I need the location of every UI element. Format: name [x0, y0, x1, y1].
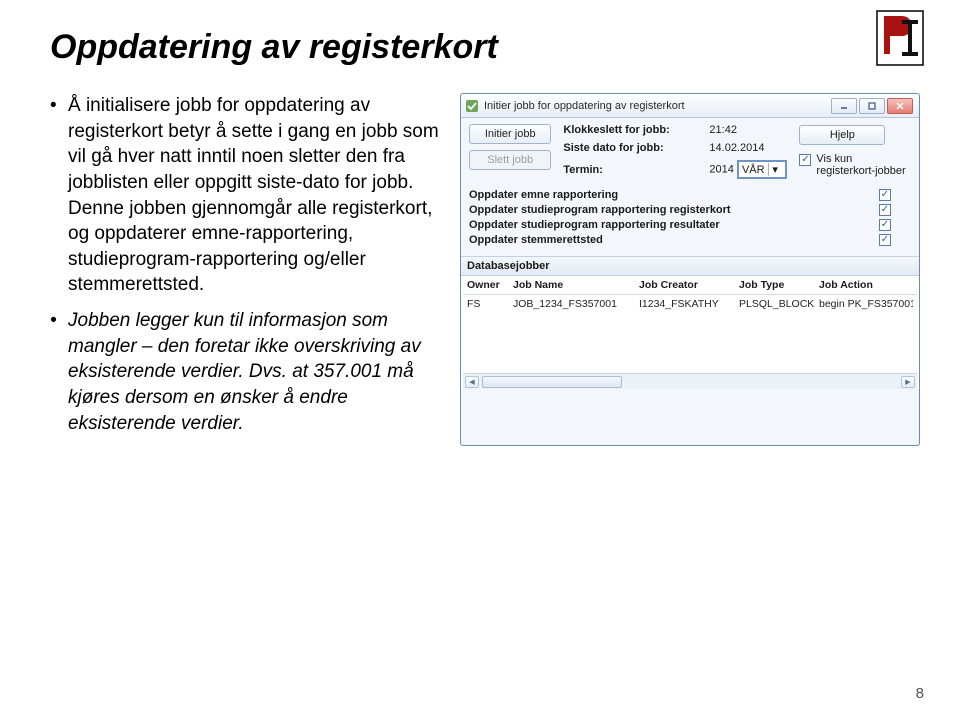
sistedato-value: 14.02.2014: [709, 142, 799, 154]
klokkeslett-label: Klokkeslett for jobb:: [563, 124, 703, 136]
minimize-button[interactable]: [831, 98, 857, 114]
slett-jobb-button[interactable]: Slett jobb: [469, 150, 551, 170]
app-logo: [876, 10, 924, 66]
option-label: Oppdater stemmerettsted: [469, 234, 603, 246]
hjelp-button[interactable]: Hjelp: [799, 125, 885, 145]
option-checkbox[interactable]: [879, 204, 891, 216]
sistedato-label: Siste dato for jobb:: [563, 142, 703, 154]
option-checkbox[interactable]: [879, 219, 891, 231]
termin-select[interactable]: VÅR ▾: [737, 160, 787, 179]
col-jobaction: Job Action: [819, 279, 913, 291]
jobs-table: Owner Job Name Job Creator Job Type Job …: [461, 276, 919, 389]
termin-year: 2014: [709, 164, 733, 176]
initier-jobb-button[interactable]: Initier jobb: [469, 124, 551, 144]
close-button[interactable]: [887, 98, 913, 114]
window-title: Initier jobb for oppdatering av register…: [484, 100, 685, 112]
table-row[interactable]: FS JOB_1234_FS357001 I1234_FSKATHY PLSQL…: [463, 295, 917, 313]
option-label: Oppdater studieprogram rapportering resu…: [469, 219, 720, 231]
col-jobname: Job Name: [513, 279, 639, 291]
option-label: Oppdater emne rapportering: [469, 189, 618, 201]
bullet-item: Jobben legger kun til informasjon som ma…: [50, 308, 440, 436]
option-checkbox[interactable]: [879, 234, 891, 246]
horizontal-scrollbar[interactable]: ◀ ▶: [463, 373, 917, 389]
dialog-window: Initier jobb for oppdatering av register…: [460, 93, 920, 446]
col-jobcreator: Job Creator: [639, 279, 739, 291]
bullet-list: Å initialisere jobb for oppdatering av r…: [50, 93, 440, 446]
option-label: Oppdater studieprogram rapportering regi…: [469, 204, 731, 216]
termin-label: Termin:: [563, 164, 703, 176]
checkbox-icon: [799, 154, 811, 166]
maximize-button[interactable]: [859, 98, 885, 114]
option-checkbox[interactable]: [879, 189, 891, 201]
window-titlebar: Initier jobb for oppdatering av register…: [461, 94, 919, 118]
scroll-left-icon[interactable]: ◀: [465, 376, 479, 388]
vis-kun-checkbox[interactable]: Vis kun registerkort-jobber: [799, 153, 911, 177]
window-app-icon: [465, 99, 479, 113]
page-number: 8: [916, 685, 924, 702]
klokkeslett-value: 21:42: [709, 124, 799, 136]
col-owner: Owner: [467, 279, 513, 291]
databasejobber-header: Databasejobber: [461, 256, 919, 276]
bullet-item: Å initialisere jobb for oppdatering av r…: [50, 93, 440, 298]
scroll-thumb[interactable]: [482, 376, 622, 388]
scroll-right-icon[interactable]: ▶: [901, 376, 915, 388]
col-jobtype: Job Type: [739, 279, 819, 291]
chevron-down-icon: ▾: [768, 163, 782, 176]
page-title: Oppdatering av registerkort: [50, 28, 920, 67]
